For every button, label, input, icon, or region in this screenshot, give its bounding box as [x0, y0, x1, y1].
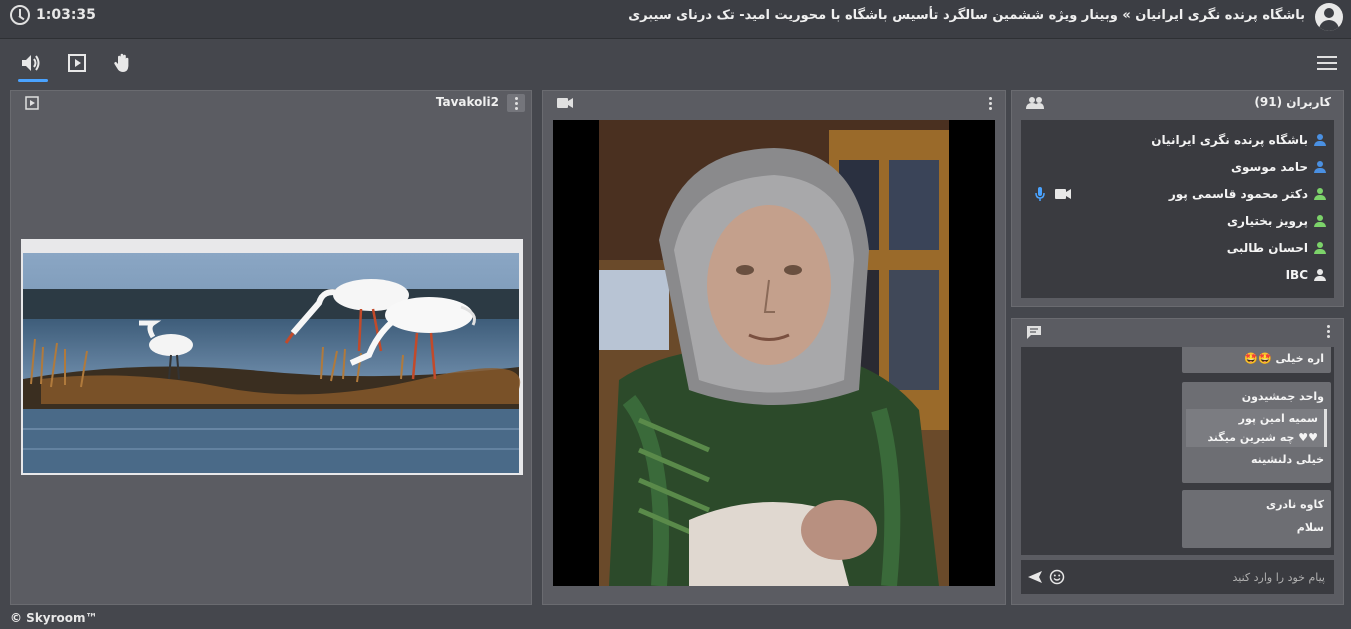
presentation-panel: Tavakoli2	[10, 90, 532, 605]
presentation-options-button[interactable]	[507, 94, 525, 112]
clock-icon	[10, 5, 30, 25]
microphone-icon	[1035, 187, 1045, 201]
room-title: باشگاه پرنده نگری ایرانیان » وبینار ویژه…	[628, 8, 1305, 23]
user-name: حامد موسوی	[1231, 159, 1308, 174]
user-row[interactable]: باشگاه پرنده نگری ایرانیان	[1021, 126, 1334, 153]
users-title: کاربران (91)	[1254, 95, 1331, 109]
chat-options-button[interactable]	[1319, 322, 1337, 340]
title-bar: 1:03:35 باشگاه پرنده نگری ایرانیان » وبی…	[0, 0, 1351, 39]
timer-text: 1:03:35	[36, 7, 96, 23]
user-status-icon	[1314, 241, 1326, 254]
user-avatar-icon[interactable]	[1315, 3, 1343, 31]
users-list: باشگاه پرنده نگری ایرانیان حامد موسوی دک…	[1021, 120, 1334, 298]
user-row[interactable]: احسان طالبی	[1021, 234, 1334, 261]
send-icon[interactable]	[1027, 570, 1043, 584]
message-text: اره خیلی 🤩🤩	[1244, 352, 1324, 365]
user-row[interactable]: دکتر محمود قاسمی پور	[1021, 180, 1334, 207]
user-row[interactable]: IBC	[1021, 261, 1334, 288]
quote-author: سمیه امین پور	[1238, 412, 1318, 425]
user-status-icon	[1314, 214, 1326, 227]
speaker-button[interactable]	[18, 50, 48, 82]
message-sender: واحد جمشیدون	[1241, 390, 1324, 403]
people-icon	[1026, 97, 1044, 109]
video-frame-image	[599, 120, 949, 586]
user-name: باشگاه پرنده نگری ایرانیان	[1151, 132, 1308, 147]
user-name: دکتر محمود قاسمی پور	[1168, 186, 1308, 201]
quoted-message: سمیه امین پور ♥♥ چه شیرین میگند	[1186, 409, 1327, 447]
user-name: احسان طالبی	[1226, 240, 1308, 255]
chat-panel-header	[1012, 319, 1343, 343]
user-name: IBC	[1285, 267, 1308, 282]
chat-panel: اره خیلی 🤩🤩 واحد جمشیدون سمیه امین پور ♥…	[1011, 318, 1344, 605]
play-box-icon	[68, 54, 86, 72]
video-panel-header	[543, 91, 1005, 115]
presentation-panel-header: Tavakoli2	[11, 91, 531, 115]
quote-text: ♥♥ چه شیرین میگند	[1207, 431, 1318, 444]
chat-message: کاوه نادری سلام	[1182, 490, 1331, 548]
video-panel	[542, 90, 1006, 605]
video-options-button[interactable]	[981, 94, 999, 112]
camera-icon	[1055, 189, 1071, 199]
message-sender: کاوه نادری	[1265, 498, 1324, 511]
user-status-icon	[1314, 160, 1326, 173]
raise-hand-button[interactable]	[110, 50, 136, 76]
speaker-icon	[22, 55, 40, 71]
user-row[interactable]: پرویز بختیاری	[1021, 207, 1334, 234]
message-text: سلام	[1296, 521, 1324, 534]
camera-icon	[557, 98, 573, 108]
presentation-image	[21, 239, 523, 475]
chat-messages: اره خیلی 🤩🤩 واحد جمشیدون سمیه امین پور ♥…	[1021, 347, 1334, 555]
session-timer: 1:03:35	[10, 5, 96, 25]
hand-icon	[114, 53, 129, 72]
user-status-icon	[1314, 133, 1326, 146]
emoji-icon[interactable]	[1049, 569, 1065, 585]
chat-icon	[1027, 326, 1041, 339]
users-panel: کاربران (91) باشگاه پرنده نگری ایرانیان …	[1011, 90, 1344, 307]
chat-message: اره خیلی 🤩🤩	[1182, 347, 1331, 373]
users-panel-header: کاربران (91)	[1012, 91, 1343, 115]
presentation-button[interactable]	[64, 50, 90, 76]
play-box-icon	[25, 96, 39, 110]
user-status-icon	[1314, 268, 1326, 281]
presentation-title: Tavakoli2	[435, 95, 499, 109]
chat-input-bar	[1021, 560, 1334, 594]
chat-message-input[interactable]	[1081, 566, 1325, 588]
menu-icon[interactable]	[1317, 56, 1337, 72]
toolbar	[0, 40, 1351, 86]
user-media-indicators	[1035, 187, 1071, 201]
user-status-icon	[1314, 187, 1326, 200]
video-stream	[553, 120, 995, 586]
user-row[interactable]: حامد موسوی	[1021, 153, 1334, 180]
message-text: خیلی دلنشینه	[1251, 453, 1324, 466]
chat-message: واحد جمشیدون سمیه امین پور ♥♥ چه شیرین م…	[1182, 382, 1331, 483]
brand-footer: © Skyroom™	[10, 611, 98, 625]
user-name: پرویز بختیاری	[1227, 213, 1308, 228]
